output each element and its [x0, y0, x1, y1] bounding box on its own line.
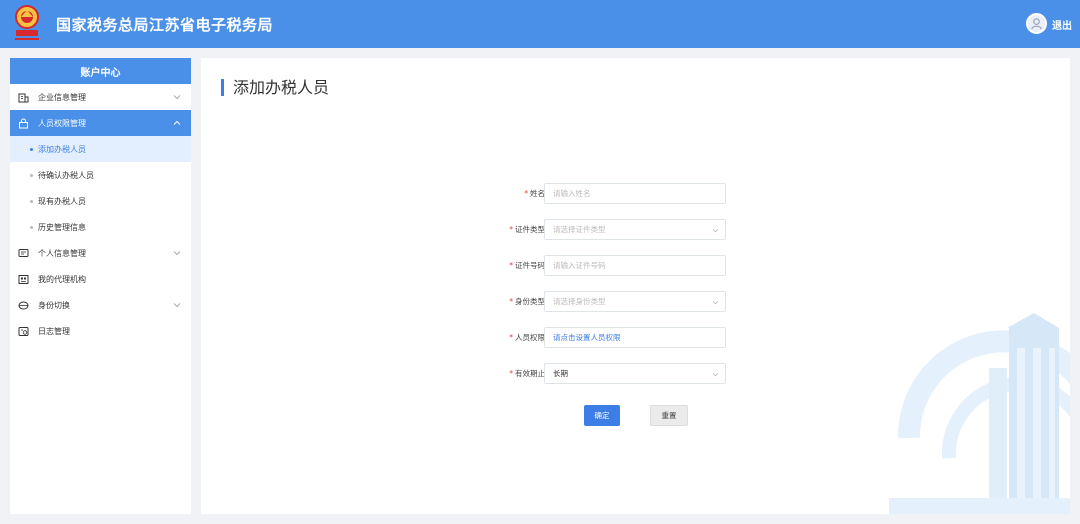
validity-select[interactable]: 长期: [544, 363, 726, 384]
required-mark: *: [509, 297, 513, 306]
chevron-down-icon: [712, 228, 719, 233]
agency-icon: [18, 275, 29, 284]
bullet-dot: [30, 226, 33, 229]
user-icon: [1031, 18, 1042, 30]
chevron-down-icon: [173, 95, 181, 100]
sidebar-item-label: 我的代理机构: [38, 274, 86, 284]
required-mark: *: [509, 333, 513, 342]
field-label-text: 人员权限: [515, 333, 545, 342]
sidebar-item-label: 个人信息管理: [38, 248, 86, 258]
log-icon: [18, 327, 29, 336]
sidebar-item-enterprise-info[interactable]: 企业信息管理: [10, 84, 191, 110]
sidebar-item-staff-permissions[interactable]: 人员权限管理: [10, 110, 191, 136]
logout-link[interactable]: 退出: [1052, 17, 1072, 32]
form-row-identity-type: * 身份类型 请选择身份类型: [501, 291, 801, 313]
sidebar-subitem-label: 历史管理信息: [38, 222, 86, 232]
chevron-up-icon: [173, 120, 181, 125]
field-label-text: 姓名: [530, 189, 545, 198]
field-label-text: 证件类型: [515, 225, 545, 234]
bullet-dot: [30, 174, 33, 177]
sidebar-item-label: 人员权限管理: [38, 118, 86, 128]
required-mark: *: [524, 189, 528, 198]
top-header: 国家税务总局江苏省电子税务局 退出: [0, 0, 1080, 48]
form-row-permissions: * 人员权限 请点击设置人员权限: [501, 327, 801, 349]
lock-icon: [19, 118, 28, 129]
sidebar-subitem-label: 待确认办税人员: [38, 170, 94, 180]
select-placeholder: 请选择身份类型: [553, 297, 606, 306]
sidebar-subitem-label: 添加办税人员: [38, 144, 86, 154]
id-type-select[interactable]: 请选择证件类型: [544, 219, 726, 240]
select-value: 长期: [553, 369, 568, 378]
page-title: 添加办税人员: [221, 79, 329, 96]
name-input[interactable]: 请输入姓名: [544, 183, 726, 204]
sidebar-item-label: 身份切换: [38, 300, 70, 310]
main-panel: 添加办税人员 * 姓名 请输入姓名 * 证件类型 请选择证件类型 * 证件号码 请输入…: [201, 58, 1070, 514]
sidebar-item-personal-info[interactable]: 个人信息管理: [10, 240, 191, 266]
field-label-identity-type: * 身份类型: [509, 296, 545, 307]
field-label-name: * 姓名: [524, 188, 545, 199]
site-title: 国家税务总局江苏省电子税务局: [56, 16, 274, 34]
bullet-dot: [30, 148, 33, 151]
form-row-id-type: * 证件类型 请选择证件类型: [501, 219, 801, 241]
select-placeholder: 请选择证件类型: [553, 225, 606, 234]
bullet-dot: [30, 200, 33, 203]
sidebar-item-my-agency[interactable]: 我的代理机构: [10, 266, 191, 292]
chevron-down-icon: [173, 303, 181, 308]
required-mark: *: [509, 369, 513, 378]
sidebar-item-label: 日志管理: [38, 326, 70, 336]
required-mark: *: [509, 225, 513, 234]
building-icon: [18, 93, 29, 103]
sidebar-item-label: 企业信息管理: [38, 92, 86, 102]
decorative-building-watermark: [889, 313, 1070, 514]
sidebar-subitem-add-tax-staff[interactable]: 添加办税人员: [10, 136, 191, 162]
field-label-text: 身份类型: [515, 297, 545, 306]
field-label-validity: * 有效期止: [509, 368, 545, 379]
field-label-permissions: * 人员权限: [509, 332, 545, 343]
sidebar: 账户中心 企业信息管理 人员权限管理 添加办税人员 待确认办税人员 现有办税人员…: [10, 58, 191, 514]
form-row-name: * 姓名 请输入姓名: [501, 183, 801, 205]
chat-icon: [18, 249, 29, 257]
form-row-id-number: * 证件号码 请输入证件号码: [501, 255, 801, 277]
sidebar-subitem-label: 现有办税人员: [38, 196, 86, 206]
switch-icon: [18, 301, 29, 310]
field-label-text: 证件号码: [515, 261, 545, 270]
sidebar-subitem-history[interactable]: 历史管理信息: [10, 214, 191, 240]
required-mark: *: [509, 261, 513, 270]
field-label-id-type: * 证件类型: [509, 224, 545, 235]
identity-type-select[interactable]: 请选择身份类型: [544, 291, 726, 312]
confirm-button[interactable]: 确定: [584, 405, 620, 426]
form-row-validity: * 有效期止 长期: [501, 363, 801, 385]
id-number-input[interactable]: 请输入证件号码: [544, 255, 726, 276]
reset-button[interactable]: 重置: [650, 405, 688, 426]
sidebar-subitem-pending-staff[interactable]: 待确认办税人员: [10, 162, 191, 188]
tax-emblem-logo: [15, 5, 39, 40]
sidebar-item-identity-switch[interactable]: 身份切换: [10, 292, 191, 318]
chevron-down-icon: [173, 251, 181, 256]
field-label-id-number: * 证件号码: [509, 260, 545, 271]
sidebar-item-log-management[interactable]: 日志管理: [10, 318, 191, 344]
chevron-down-icon: [712, 372, 719, 377]
chevron-down-icon: [712, 300, 719, 305]
sidebar-subitem-current-staff[interactable]: 现有办税人员: [10, 188, 191, 214]
user-avatar[interactable]: [1026, 13, 1047, 34]
field-label-text: 有效期止: [515, 369, 545, 378]
set-permissions-field[interactable]: 请点击设置人员权限: [544, 327, 726, 348]
sidebar-title: 账户中心: [10, 58, 191, 84]
